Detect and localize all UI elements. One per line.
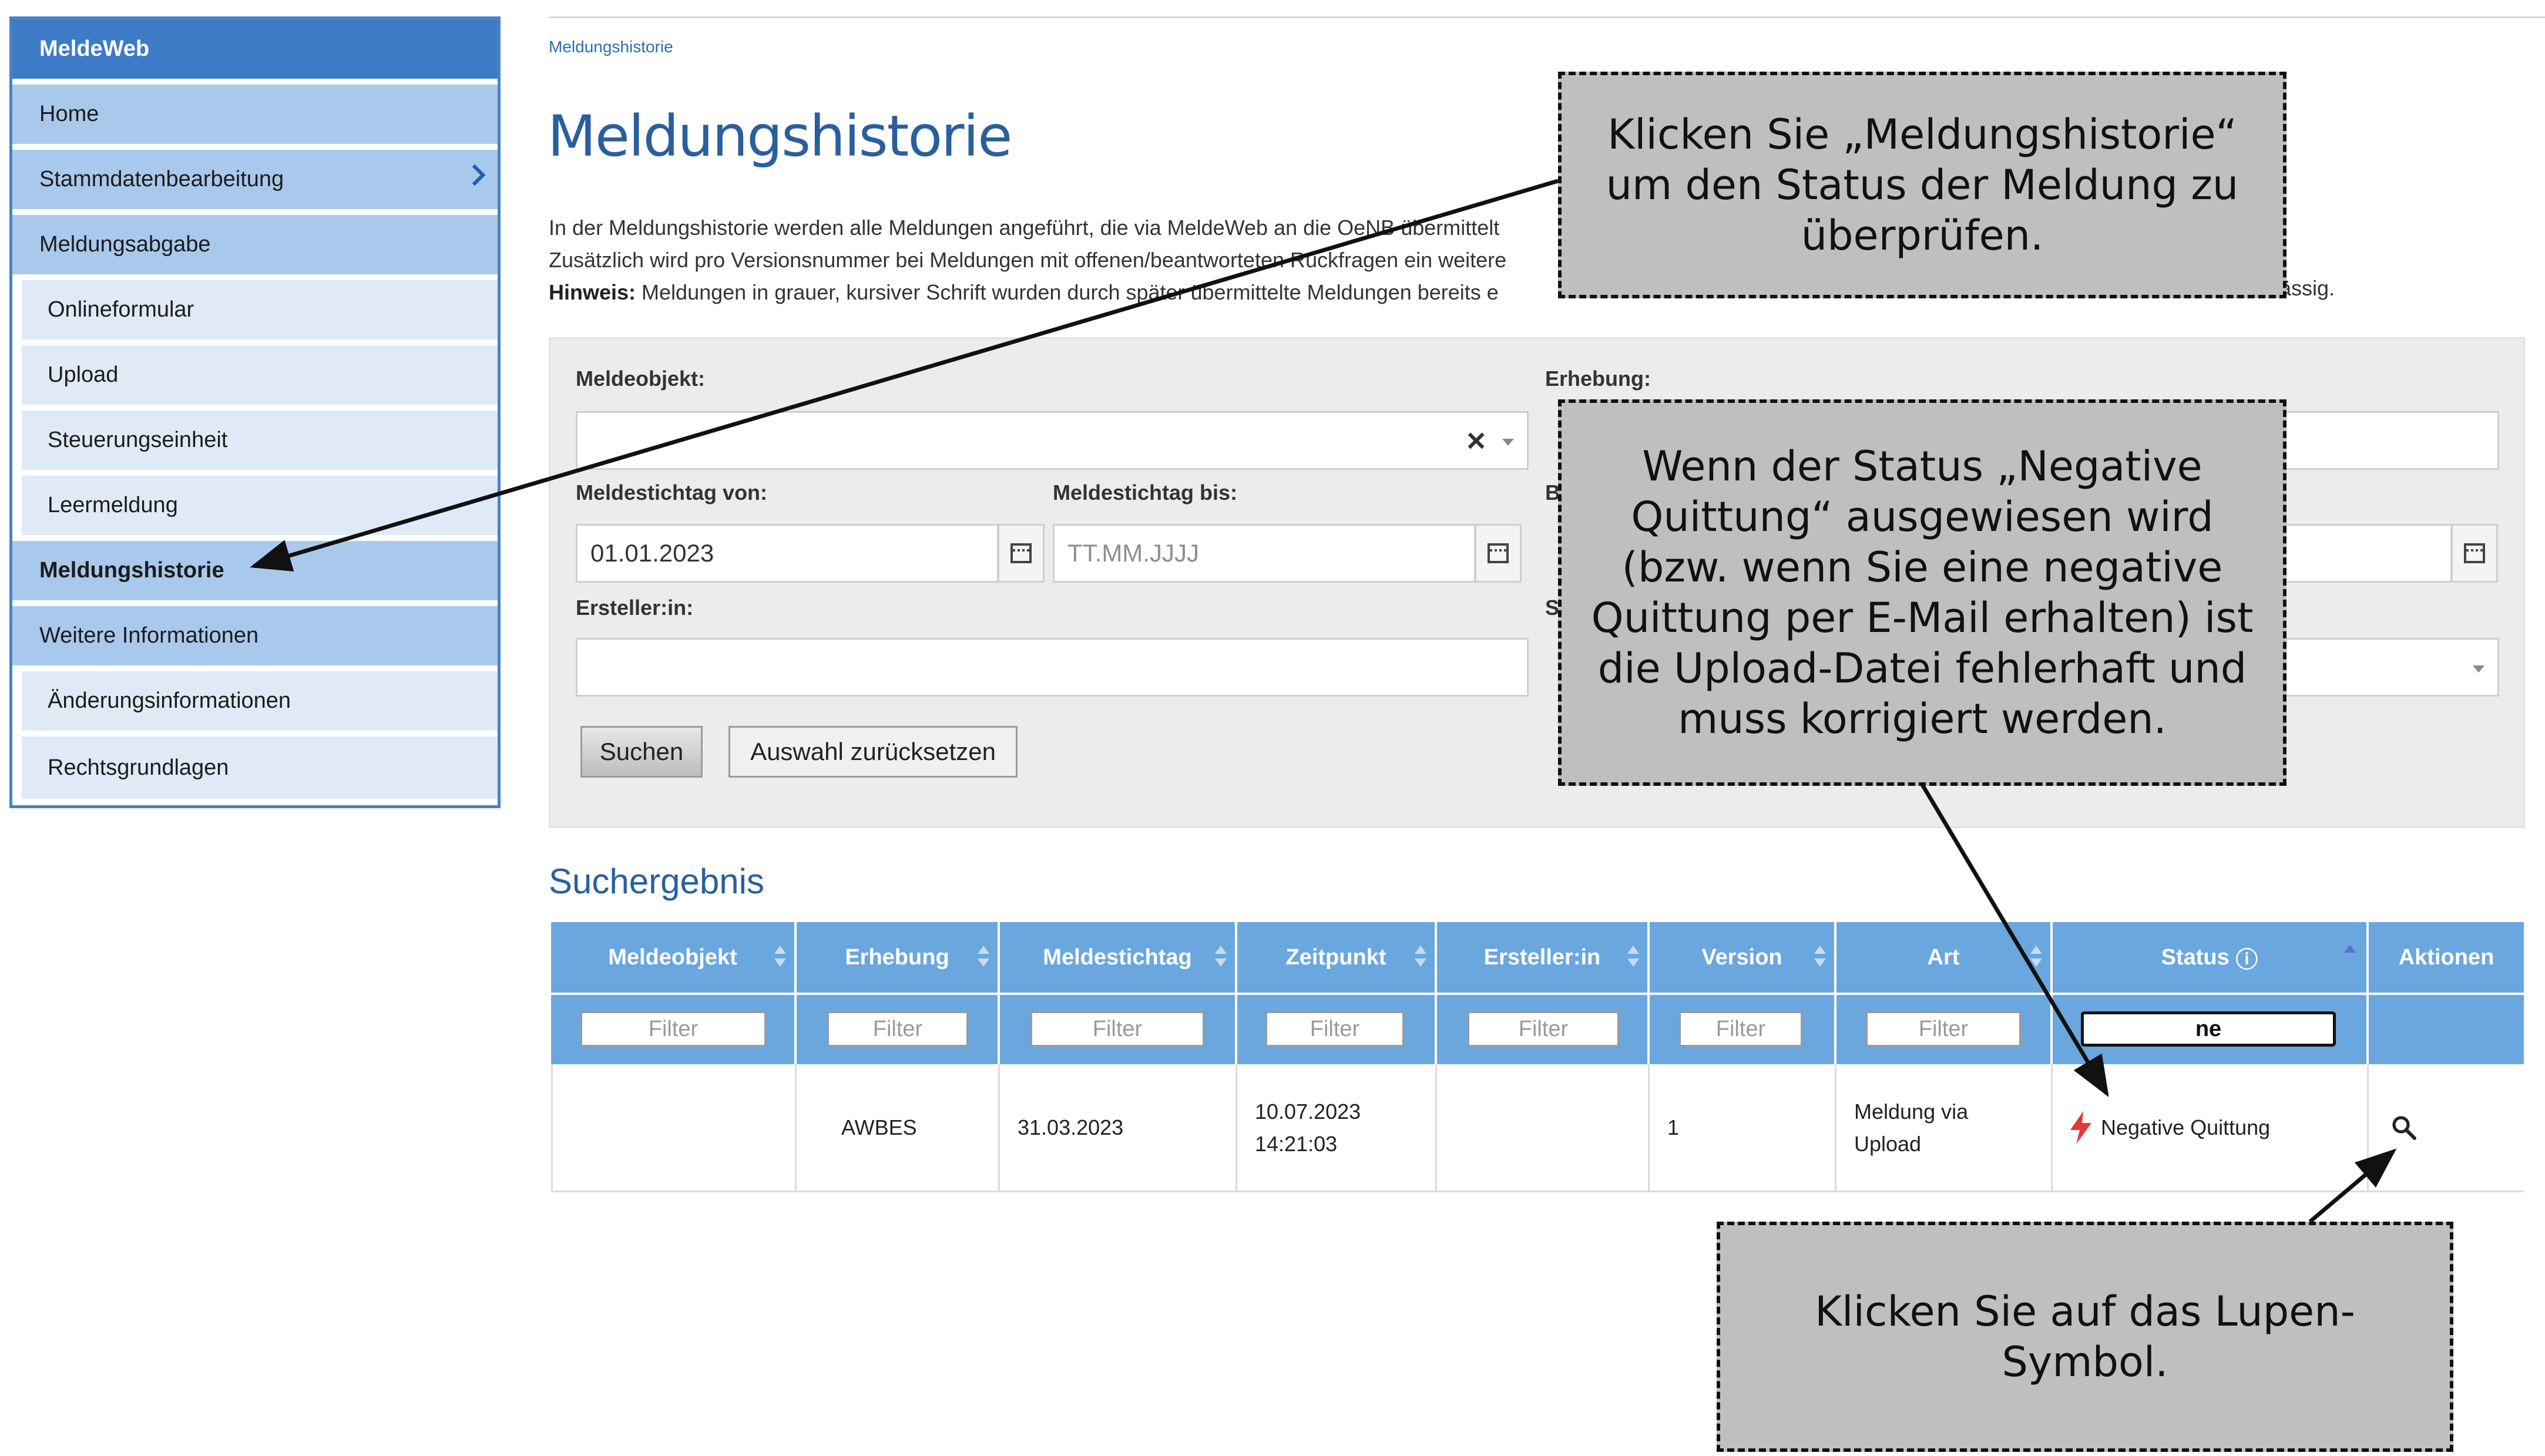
callout-negative-quittung: Wenn der Status „Negative Quittung“ ausg… xyxy=(1558,399,2287,786)
callout-meldungshistorie: Klicken Sie „Meldungshistorie“ um den St… xyxy=(1558,72,2287,298)
callout-lupen-symbol: Klicken Sie auf das Lupen-Symbol. xyxy=(1717,1222,2453,1452)
arrow-to-meldungshistorie xyxy=(250,179,1559,571)
arrow-to-status xyxy=(1920,784,2109,1098)
arrow-to-magnifier xyxy=(2308,1148,2397,1223)
